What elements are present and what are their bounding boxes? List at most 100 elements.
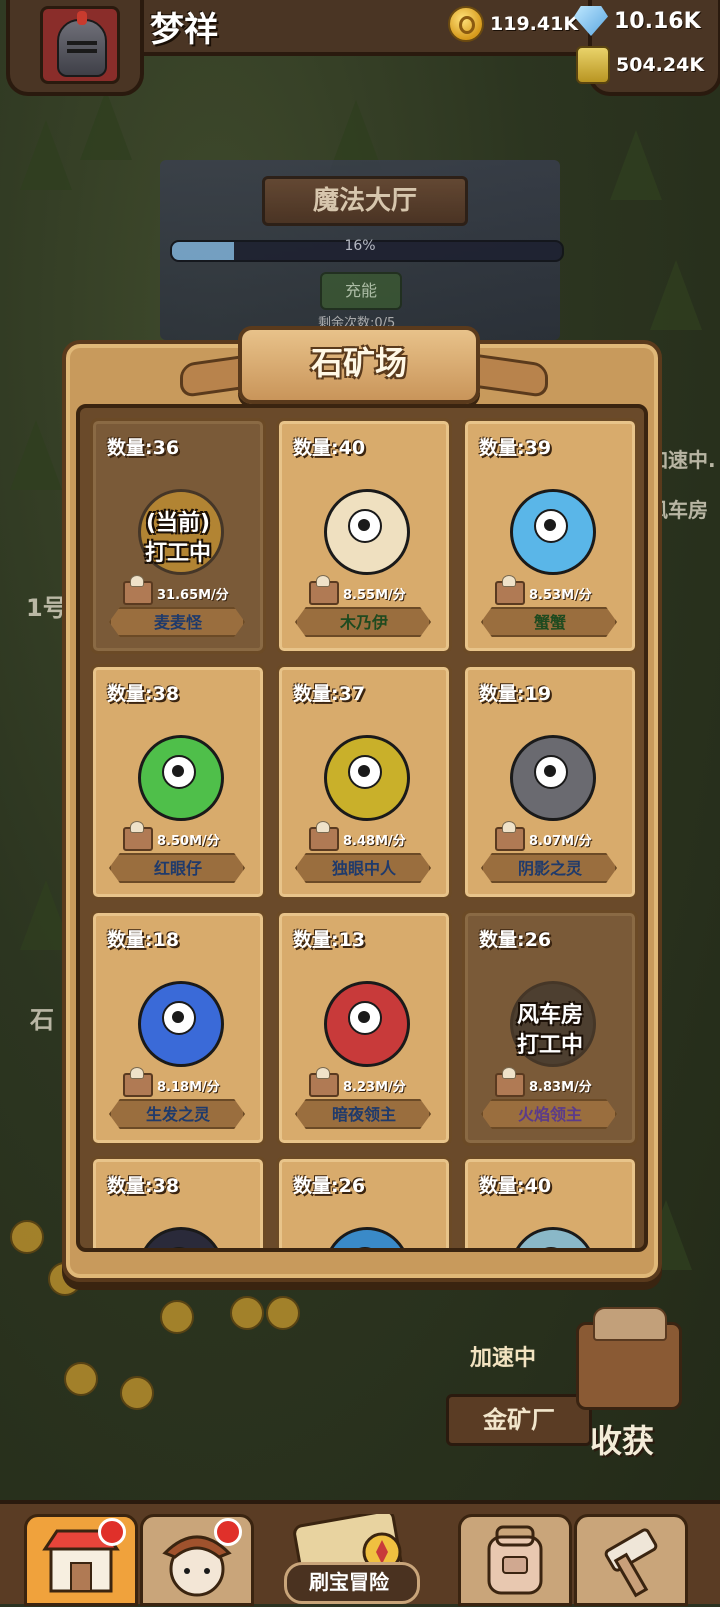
forge-icon [604,1528,658,1598]
worker-quantity: 数量:19 [479,683,552,705]
worker-card[interactable]: 数量:36 (当前) 打工中 31.65M/分 麦麦怪 [90,418,266,654]
coin-amount: 119.41K [490,13,579,35]
stone-crate-icon [123,821,153,851]
magic-hall-progress-label: 16% [344,238,376,254]
avatar-frame [6,0,144,96]
worker-card[interactable]: 数量:26 风车房 打工中 8.83M/分火焰领主 [462,910,638,1146]
monster-portrait-icon [500,725,600,825]
monster-portrait-icon [314,725,414,825]
monster-portrait-icon [314,971,414,1071]
worker-name: 火焰领主 [517,1105,582,1124]
worker-card[interactable]: 数量:38 [90,1156,266,1248]
ore-amount: 504.24K [616,54,705,76]
monster-portrait-icon [128,725,228,825]
worker-quantity: 数量:26 [293,1175,366,1197]
stone-crate-icon [309,575,339,605]
worker-quantity: 数量:39 [479,437,552,459]
gold-mine-sign[interactable]: 金矿厂 [446,1394,592,1446]
nav-forge-button[interactable] [574,1514,688,1606]
tree [80,90,132,160]
nav-backpack-button[interactable] [458,1514,572,1606]
shop-notification-badge [98,1518,126,1546]
worker-status: 风车房 打工中 [516,1003,583,1058]
production-rate-value: 8.48M/分 [343,833,406,849]
gold-nugget [266,1296,300,1330]
gold-nugget [160,1300,194,1334]
monster-portrait-icon [314,479,414,579]
worker-name: 暗夜领主 [331,1105,396,1124]
harvest-cart-icon[interactable] [576,1307,682,1410]
gold-nugget [120,1376,154,1410]
monster-portrait-icon [314,1217,414,1248]
production-rate: 8.55M/分 [309,575,406,605]
magic-hall-sign: 魔法大厅 [262,176,468,226]
worker-card[interactable]: 数量:37 8.48M/分独眼中人 [276,664,452,900]
production-rate: 8.48M/分 [309,821,406,851]
coin-icon [448,6,484,42]
production-rate-value: 8.07M/分 [529,833,592,849]
monster-portrait-icon [128,1217,228,1248]
panel-title-plate: 石矿场 [238,326,480,404]
production-rate: 8.50M/分 [123,821,220,851]
production-rate: 8.83M/分 [495,1067,592,1097]
worker-card[interactable]: 数量:13 8.23M/分暗夜领主 [276,910,452,1146]
production-rate: 31.65M/分 [123,575,229,605]
tree [650,260,702,330]
worker-name: 木乃伊 [339,613,388,632]
production-rate: 8.18M/分 [123,1067,220,1097]
charge-button[interactable]: 充能 [320,272,402,310]
worker-name: 独眼中人 [331,859,396,878]
treasure-label: 刷宝冒险 [309,1570,389,1594]
production-rate-value: 8.55M/分 [343,587,406,603]
side-label-1: 1号 [26,594,67,622]
gold-nugget [10,1220,44,1254]
worker-card[interactable]: 数量:18 8.18M/分 生发之灵 [90,910,266,1146]
production-rate-value: 8.18M/分 [157,1079,220,1095]
worker-quantity: 数量:36 [107,437,180,459]
gold-nugget [64,1362,98,1396]
worker-name: 阴影之灵 [517,859,582,878]
worker-card[interactable]: 数量:26 [276,1156,452,1248]
worker-card[interactable]: 数量:19 8.07M/分阴影之灵 [462,664,638,900]
backpack-icon [487,1525,543,1595]
coin-resource[interactable]: 119.41K [448,6,578,42]
worker-quantity: 数量:26 [479,929,552,951]
panel-title: 石矿场 [310,344,407,382]
production-rate: 8.23M/分 [309,1067,406,1097]
production-rate-value: 8.23M/分 [343,1079,406,1095]
worker-card[interactable]: 数量:39 8.53M/分蟹蟹 [462,418,638,654]
stone-crate-icon [495,575,525,605]
worker-name: 红眼仔 [153,859,202,878]
ore-resource[interactable]: 504.24K [576,46,704,84]
gold-nugget [230,1296,264,1330]
worker-quantity: 数量:40 [479,1175,552,1197]
production-rate-value: 8.50M/分 [157,833,220,849]
worker-quantity: 数量:38 [107,683,180,705]
stone-crate-icon [495,1067,525,1097]
worker-quantity: 数量:38 [107,1175,180,1197]
worker-card[interactable]: 数量:38 8.50M/分红眼仔 [90,664,266,900]
speed-indicator: 加速中 [470,1346,537,1371]
worker-quantity: 数量:13 [293,929,366,951]
stone-crate-icon [123,575,153,605]
stone-crate-icon [309,1067,339,1097]
harvest-button[interactable]: 收获 [590,1416,654,1462]
gem-resource[interactable]: 10.16K [574,6,701,36]
tree [20,120,72,190]
production-rate-value: 8.53M/分 [529,587,592,603]
production-rate-value: 8.83M/分 [529,1079,592,1095]
player-avatar[interactable] [40,6,120,84]
stone-quarry-panel: 数量:36 (当前) 打工中 31.65M/分 麦麦怪 数量:40 8.55M/分 木乃伊数… [62,340,662,1282]
worker-name: 生发之灵 [145,1105,210,1124]
gem-amount: 10.16K [614,8,701,34]
worker-list[interactable]: 数量:36 (当前) 打工中 31.65M/分 麦麦怪 数量:40 8.55M/分 木乃伊数… [76,404,648,1252]
worker-card[interactable]: 数量:40 [462,1156,638,1248]
stone-crate-icon [309,821,339,851]
player-name: 梦祥 [150,10,218,50]
worker-name: 蟹蟹 [533,613,566,632]
worker-quantity: 数量:37 [293,683,366,705]
worker-card[interactable]: 数量:40 8.55M/分 木乃伊 [276,418,452,654]
production-rate-value: 31.65M/分 [157,587,229,603]
stone-crate-icon [495,821,525,851]
monster-portrait-icon [500,479,600,579]
